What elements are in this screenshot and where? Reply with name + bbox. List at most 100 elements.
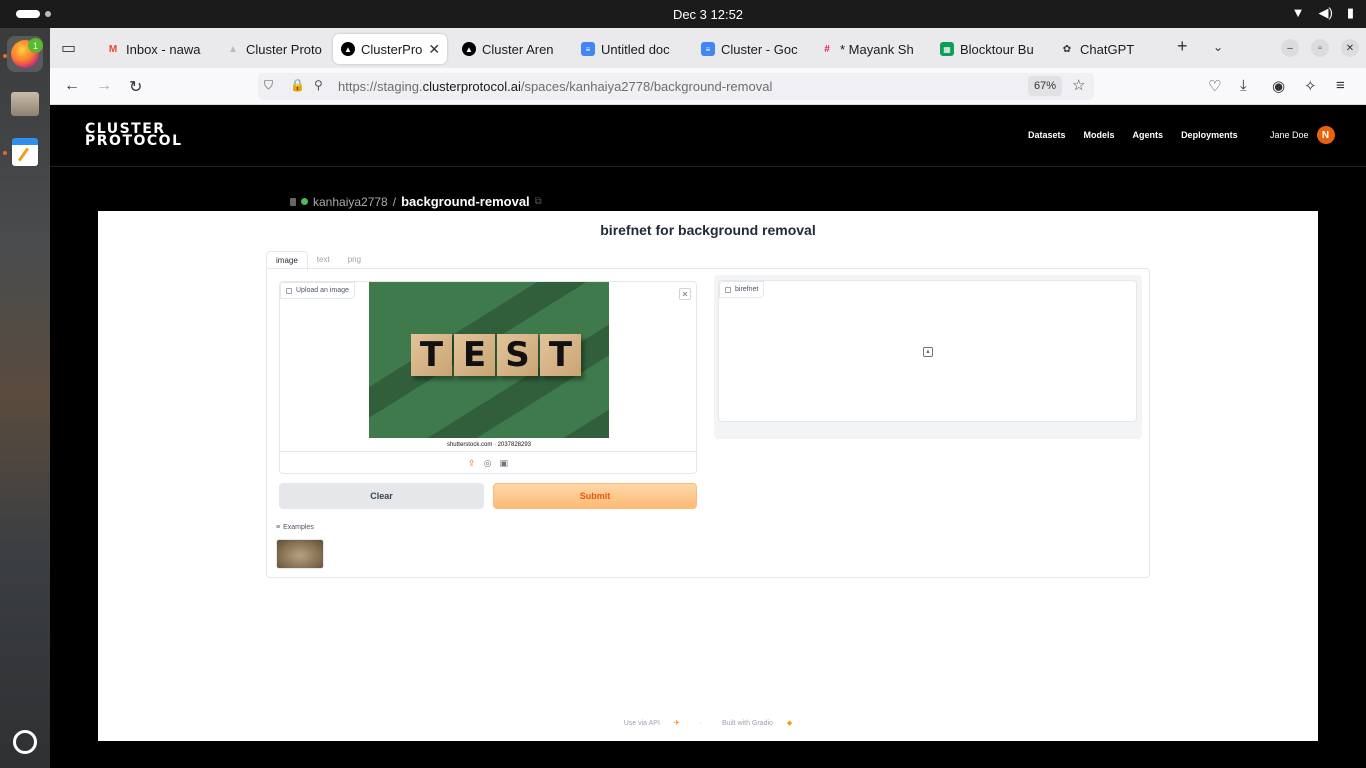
back-icon[interactable]: ← — [64, 77, 80, 95]
gmail-icon: M — [108, 43, 118, 55]
extensions-icon[interactable]: ✧ — [1304, 77, 1317, 95]
cluster-icon: ▲ — [462, 42, 476, 56]
pocket-icon[interactable]: ♡ — [1208, 77, 1221, 95]
tab-bar: ▭ M Inbox - nawa ▲ Cluster Proto ▲ Clust… — [50, 28, 1366, 68]
downloads-icon[interactable]: ⤓ — [1240, 77, 1247, 94]
tab-clusterpro-active[interactable]: ▲ ClusterPro ✕ — [333, 34, 447, 64]
tab-title: Cluster Aren — [482, 41, 554, 57]
example-thumbnail[interactable] — [276, 539, 324, 569]
files-icon — [11, 92, 39, 116]
dock-firefox[interactable]: 1 — [7, 36, 43, 72]
breadcrumb-space[interactable]: background-removal — [401, 194, 530, 209]
dock-text-editor[interactable] — [7, 134, 43, 170]
tab-title: Inbox - nawa — [126, 41, 201, 57]
bookmark-star-icon[interactable]: ☆ — [1072, 76, 1085, 94]
image-caption: shutterstock.com · 2037828293 — [446, 442, 532, 448]
menu-icon[interactable]: ≡ — [1336, 77, 1345, 94]
tab-title: Cluster - Goc — [721, 41, 798, 57]
shield-icon[interactable]: ⛉ — [264, 78, 273, 93]
dock-files[interactable] — [7, 86, 43, 122]
user-menu[interactable]: Jane Doe N — [1270, 126, 1335, 144]
nav-models[interactable]: Models — [1084, 130, 1115, 140]
tab-title: Cluster Proto — [246, 41, 322, 57]
app-title: birefnet for background removal — [600, 222, 816, 238]
forward-icon[interactable]: → — [96, 77, 112, 95]
maximize-icon[interactable]: ▫ — [1311, 39, 1329, 57]
docs-icon: ≡ — [581, 42, 595, 56]
volume-icon[interactable]: ◀) — [1319, 5, 1333, 21]
tab-cluster-google-doc[interactable]: ≡ Cluster - Goc — [693, 34, 801, 64]
image-upload-area[interactable]: T E S T Upload an image ✕ shutterstock.c… — [279, 281, 697, 474]
use-via-api-link[interactable]: Use via API ✈ — [618, 720, 686, 727]
system-tray[interactable]: ▼ ◀) ▮ — [1292, 5, 1354, 21]
nav-deployments[interactable]: Deployments — [1181, 130, 1238, 140]
address-bar[interactable]: ⛉ 🔒 ⚲ https://staging.clusterprotocol.ai… — [258, 73, 1094, 100]
examples-header: ≡ Examples — [276, 524, 314, 531]
tab-cluster-protocol[interactable]: ▲ Cluster Proto — [218, 34, 322, 64]
output-label: birefnet — [719, 281, 765, 298]
running-indicator — [3, 151, 7, 155]
account-icon[interactable]: ◉ — [1272, 77, 1285, 95]
rocket-icon: ✈ — [673, 720, 680, 727]
input-label-text: Upload an image — [296, 287, 349, 294]
tab-gmail[interactable]: M Inbox - nawa — [98, 34, 210, 64]
remove-image-icon[interactable]: ✕ — [679, 288, 691, 300]
cluster-icon: ▲ — [341, 42, 355, 56]
webcam-icon[interactable]: ◎ — [484, 458, 492, 469]
letter-block: T — [540, 334, 581, 376]
breadcrumb: kanhaiya2778 / background-removal ⧉ — [290, 194, 542, 209]
battery-icon[interactable]: ▮ — [1347, 5, 1354, 21]
upload-icon[interactable]: ⇪ — [468, 458, 476, 469]
letter-block: E — [454, 334, 495, 376]
avatar[interactable]: N — [1316, 126, 1335, 144]
tab-chatgpt[interactable]: ✿ ChatGPT — [1052, 34, 1160, 64]
footer-api-text: Use via API — [623, 720, 660, 727]
lock-icon[interactable]: 🔒 — [290, 78, 305, 92]
image-icon — [725, 286, 731, 293]
tab-title: ClusterPro — [361, 41, 423, 57]
tab-blocktour[interactable]: ▦ Blocktour Bu — [932, 34, 1040, 64]
dock: 1 — [0, 28, 50, 768]
breadcrumb-owner[interactable]: kanhaiya2778 — [313, 195, 388, 209]
site-logo[interactable]: CLUSTER PROTOCOL — [85, 122, 183, 148]
site-header: CLUSTER PROTOCOL Datasets Models Agents … — [50, 105, 1366, 167]
footer-built-text: Built with Gradio — [721, 720, 773, 727]
minimize-icon[interactable]: – — [1281, 39, 1299, 57]
show-apps-icon[interactable] — [13, 730, 37, 754]
list-tabs-icon[interactable]: ⌄ — [1213, 40, 1223, 54]
submit-button[interactable]: Submit — [493, 483, 697, 509]
output-image-area: birefnet ▲ — [718, 280, 1137, 422]
letter-block: S — [497, 334, 538, 376]
gradio-logo-icon: ◆ — [786, 720, 793, 727]
tab-cluster-arena[interactable]: ▲ Cluster Aren — [454, 34, 562, 64]
clipboard-icon[interactable]: ▣ — [499, 458, 508, 469]
output-label-text: birefnet — [735, 286, 759, 293]
browser-window: ▭ M Inbox - nawa ▲ Cluster Proto ▲ Clust… — [50, 28, 1366, 768]
input-label: Upload an image — [280, 282, 355, 299]
permissions-icon[interactable]: ⚲ — [314, 78, 323, 92]
image-icon — [286, 287, 292, 294]
zoom-level[interactable]: 67% — [1028, 76, 1063, 96]
clear-button[interactable]: Clear — [279, 483, 484, 509]
tab-untitled-doc[interactable]: ≡ Untitled doc — [573, 34, 681, 64]
text-editor-icon — [12, 138, 38, 166]
site-nav: Datasets Models Agents Deployments — [1028, 130, 1238, 140]
new-tab-icon[interactable]: + — [1177, 36, 1188, 57]
tab-slack[interactable]: # * Mayank Sh — [812, 34, 920, 64]
reload-icon[interactable]: ↻ — [129, 77, 142, 97]
docs-icon: ≡ — [701, 42, 715, 56]
copy-icon[interactable]: ⧉ — [535, 196, 542, 207]
running-indicator — [3, 54, 7, 58]
close-window-icon[interactable]: ✕ — [1341, 39, 1359, 57]
nav-datasets[interactable]: Datasets — [1028, 130, 1066, 140]
web-page: CLUSTER PROTOCOL Datasets Models Agents … — [50, 105, 1366, 768]
wifi-icon[interactable]: ▼ — [1292, 5, 1305, 21]
empty-image-icon: ▲ — [923, 347, 933, 357]
list-icon: ≡ — [276, 524, 281, 531]
url-text[interactable]: https://staging.clusterprotocol.ai/space… — [338, 79, 772, 94]
built-with-gradio-link[interactable]: Built with Gradio ◆ — [716, 720, 798, 727]
close-tab-icon[interactable]: ✕ — [428, 41, 440, 58]
tab-overview-icon[interactable]: ▭ — [61, 38, 76, 58]
nav-agents[interactable]: Agents — [1133, 130, 1164, 140]
clock[interactable]: Dec 3 12:52 — [0, 7, 1366, 22]
